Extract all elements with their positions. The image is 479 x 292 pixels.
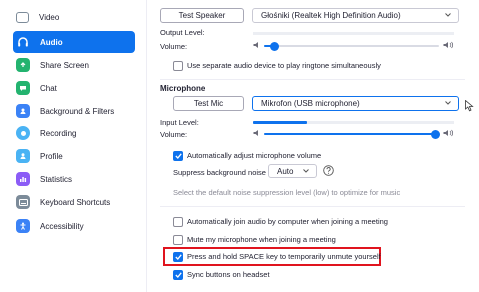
test-mic-button[interactable]: Test Mic	[173, 96, 244, 111]
speaker-volume-slider[interactable]	[264, 41, 439, 51]
noise-suppression-label: Suppress background noise	[173, 168, 266, 177]
sidebar-item-background-filters[interactable]: Background & Filters	[13, 100, 135, 122]
input-level-meter	[253, 121, 454, 124]
speaker-device-select[interactable]: Głośniki (Realtek High Definition Audio)	[252, 8, 459, 23]
auto-adjust-label: Automatically adjust microphone volume	[187, 151, 322, 160]
space-to-unmute-label: Press and hold SPACE key to temporarily …	[187, 252, 381, 261]
microphone-device-value: Mikrofon (USB microphone)	[261, 99, 360, 108]
checkmark-icon	[174, 153, 182, 159]
sidebar-item-accessibility[interactable]: Accessibility	[13, 215, 135, 237]
space-to-unmute-checkbox[interactable]	[173, 252, 183, 262]
settings-sidebar: Video Audio Share Screen Chat Background…	[0, 0, 147, 292]
output-level-label: Output Level:	[160, 28, 205, 37]
accessibility-icon	[16, 219, 30, 233]
statistics-icon	[16, 172, 30, 186]
sidebar-item-label: Statistics	[40, 174, 73, 184]
sidebar-item-profile[interactable]: Profile	[13, 145, 135, 167]
auto-adjust-checkbox[interactable]	[173, 151, 183, 161]
sidebar-item-share-screen[interactable]: Share Screen	[13, 54, 135, 76]
sidebar-item-keyboard-shortcuts[interactable]: Keyboard Shortcuts	[13, 191, 135, 213]
volume-high-icon	[443, 129, 454, 139]
noise-suppression-select[interactable]: Auto	[268, 164, 317, 178]
sidebar-item-label: Audio	[40, 37, 63, 47]
sidebar-item-label: Profile	[40, 151, 63, 161]
volume-low-icon	[253, 129, 262, 139]
headphones-icon	[16, 35, 30, 49]
sidebar-item-label: Background & Filters	[40, 106, 115, 116]
speaker-device-value: Głośniki (Realtek High Definition Audio)	[261, 11, 401, 20]
auto-join-audio-label: Automatically join audio by computer whe…	[187, 217, 388, 226]
output-level-meter	[253, 32, 454, 35]
sidebar-item-label: Chat	[40, 83, 57, 93]
chevron-down-icon	[445, 13, 451, 17]
ringtone-checkbox[interactable]	[173, 61, 183, 71]
noise-suppression-hint: Select the default noise suppression lev…	[173, 188, 401, 197]
sidebar-item-label: Keyboard Shortcuts	[40, 197, 111, 207]
sidebar-item-audio[interactable]: Audio	[13, 31, 135, 53]
sidebar-item-label: Accessibility	[40, 221, 84, 231]
divider	[160, 206, 465, 207]
ringtone-checkbox-label: Use separate audio device to play ringto…	[187, 61, 381, 70]
test-speaker-button[interactable]: Test Speaker	[160, 8, 244, 23]
auto-join-audio-checkbox[interactable]	[173, 217, 183, 227]
background-icon	[16, 104, 30, 118]
volume-low-icon	[253, 41, 262, 51]
sidebar-item-label: Share Screen	[40, 60, 89, 70]
help-icon[interactable]	[323, 165, 334, 178]
speaker-volume-knob[interactable]	[270, 41, 279, 51]
volume-high-icon	[443, 41, 454, 51]
video-icon	[16, 11, 29, 23]
recording-icon	[16, 126, 30, 140]
sidebar-item-video[interactable]: Video	[13, 6, 135, 28]
checkmark-icon	[174, 272, 182, 278]
audio-settings-panel: Test Speaker Głośniki (Realtek High Defi…	[147, 0, 479, 292]
share-screen-icon	[16, 58, 30, 72]
noise-suppression-value: Auto	[277, 166, 294, 176]
chevron-down-icon	[303, 169, 309, 173]
sidebar-item-statistics[interactable]: Statistics	[13, 168, 135, 190]
mic-volume-knob[interactable]	[431, 129, 440, 139]
mic-volume-label: Volume:	[160, 130, 188, 139]
microphone-device-select[interactable]: Mikrofon (USB microphone)	[252, 96, 459, 111]
sync-headset-label: Sync buttons on headset	[187, 270, 270, 279]
sync-headset-checkbox[interactable]	[173, 270, 183, 280]
mute-on-join-checkbox[interactable]	[173, 235, 183, 245]
speaker-volume-label: Volume:	[160, 42, 188, 51]
mic-volume-slider[interactable]	[264, 129, 440, 139]
checkmark-icon	[174, 254, 182, 260]
sidebar-item-chat[interactable]: Chat	[13, 77, 135, 99]
keyboard-icon	[16, 195, 30, 209]
sidebar-item-label: Video	[39, 12, 60, 22]
sidebar-item-recording[interactable]: Recording	[13, 122, 135, 144]
input-level-label: Input Level:	[160, 118, 199, 127]
sidebar-item-label: Recording	[40, 128, 77, 138]
divider	[160, 79, 465, 80]
profile-icon	[16, 149, 30, 163]
chevron-down-icon	[445, 101, 451, 105]
mouse-cursor-icon	[465, 99, 474, 114]
mute-on-join-label: Mute my microphone when joining a meetin…	[187, 235, 336, 244]
microphone-heading: Microphone	[160, 84, 206, 93]
chat-icon	[16, 81, 30, 95]
